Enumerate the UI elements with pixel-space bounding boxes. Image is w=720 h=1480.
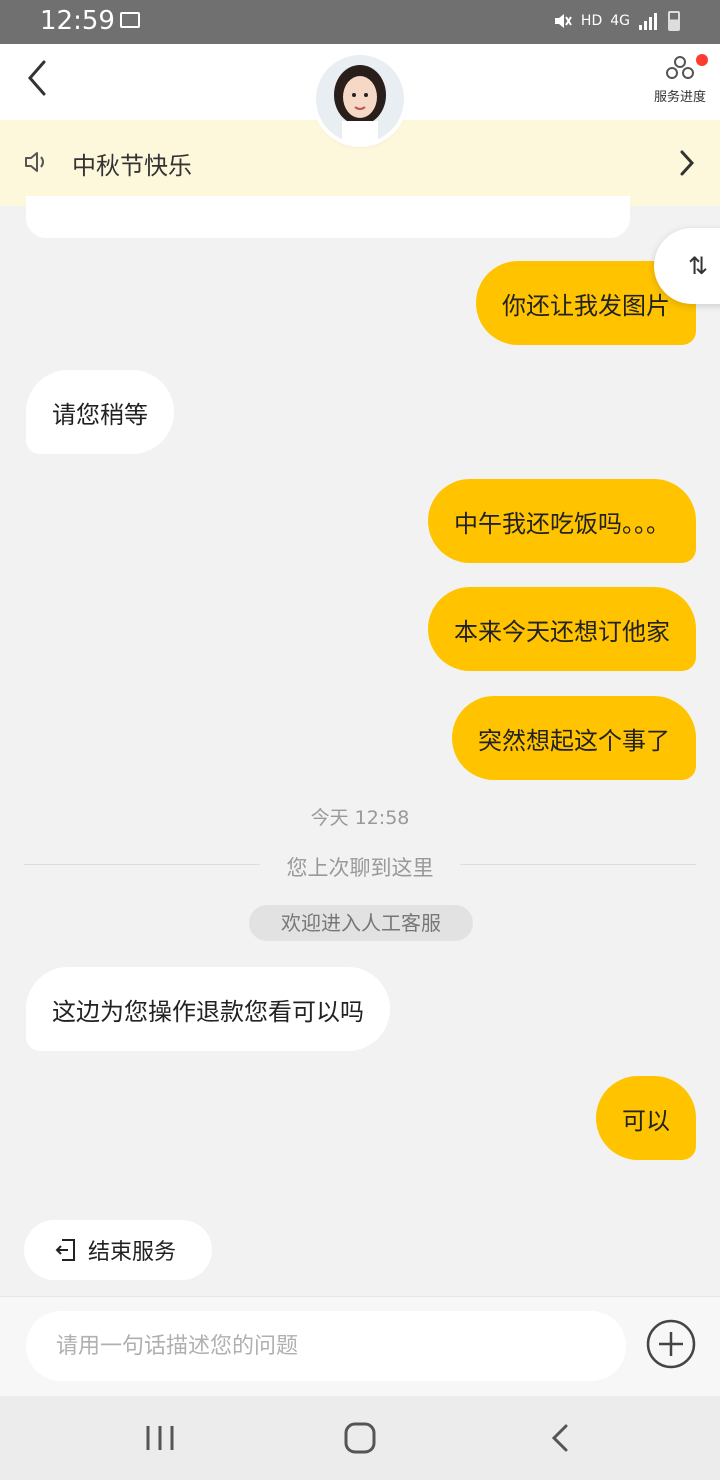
gallery-icon: [120, 12, 140, 28]
scroll-toggle-button[interactable]: ⇅: [654, 228, 720, 304]
mute-vibrate-icon: [554, 14, 572, 28]
previous-message-bubble: [26, 196, 630, 238]
message-bubble-user: 突然想起这个事了: [452, 696, 696, 780]
input-bar: [0, 1296, 720, 1397]
message-text: 中午我还吃饭吗。。。: [454, 509, 670, 538]
message-bubble-user: 可以: [596, 1076, 696, 1160]
end-service-label: 结束服务: [88, 1240, 177, 1265]
home-icon[interactable]: [340, 1422, 380, 1454]
message-timestamp: 今天 12:58: [310, 807, 410, 829]
exit-icon: [55, 1239, 75, 1261]
battery-icon: [668, 11, 680, 31]
end-service-button[interactable]: 结束服务: [24, 1220, 212, 1280]
speaker-icon: [25, 152, 44, 172]
last-read-text: 您上次聊到这里: [286, 856, 434, 880]
status-bar: 12:59 HD 4G: [0, 0, 720, 44]
agent-avatar: [316, 55, 404, 143]
network-label: 4G: [610, 13, 630, 29]
message-bubble-user: 中午我还吃饭吗。。。: [428, 479, 696, 563]
message-text: 你还让我发图片: [502, 291, 670, 320]
add-icon[interactable]: [646, 1319, 696, 1369]
notice-text: 中秋节快乐: [72, 152, 192, 180]
status-time: 12:59: [40, 6, 115, 36]
divider-line-right: [460, 864, 696, 865]
message-input[interactable]: [26, 1311, 626, 1381]
back-icon[interactable]: [540, 1422, 580, 1454]
message-text: 本来今天还想订他家: [454, 617, 670, 646]
recent-apps-icon[interactable]: [140, 1422, 180, 1454]
message-bubble-user: 本来今天还想订他家: [428, 587, 696, 671]
message-bubble-agent: 这边为您操作退款您看可以吗: [26, 967, 390, 1051]
chevron-right-icon: [680, 150, 695, 176]
signal-icon: [639, 13, 657, 30]
service-progress-label: 服务进度: [653, 90, 706, 105]
system-navigation-bar: [0, 1396, 720, 1480]
last-read-divider: 您上次聊到这里: [24, 852, 696, 880]
message-bubble-agent: 请您稍等: [26, 370, 174, 454]
message-text: 可以: [622, 1106, 670, 1135]
system-welcome-pill: 欢迎进入人工客服: [249, 905, 473, 941]
service-progress-icon: [666, 56, 694, 79]
service-progress-button[interactable]: 服务进度: [650, 54, 710, 105]
message-text: 请您稍等: [52, 400, 148, 429]
status-icons: HD 4G: [551, 10, 680, 32]
notification-dot: [696, 54, 708, 66]
swap-arrows-icon: ⇅: [688, 252, 709, 280]
message-text: 突然想起这个事了: [478, 726, 670, 755]
hd-label: HD: [580, 13, 603, 29]
back-arrow-icon[interactable]: [20, 58, 60, 98]
message-text: 这边为您操作退款您看可以吗: [52, 997, 364, 1026]
